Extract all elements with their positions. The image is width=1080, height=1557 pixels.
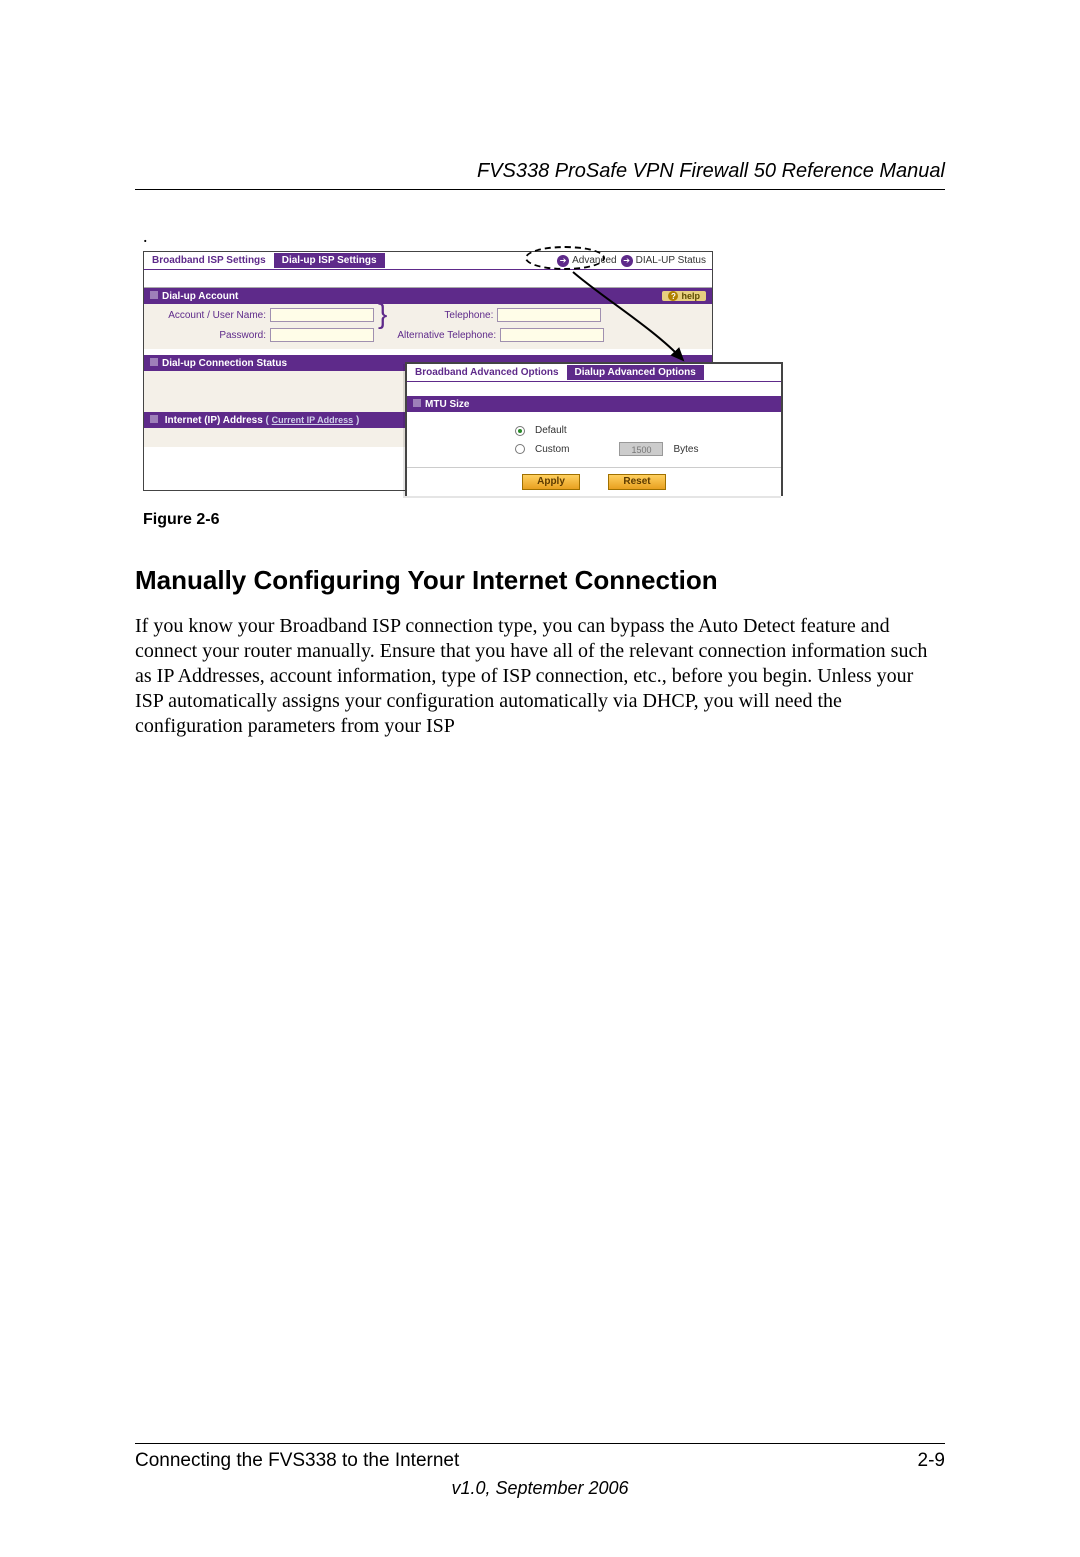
reset-button[interactable]: Reset <box>608 474 666 490</box>
tab-broadband-isp-settings[interactable]: Broadband ISP Settings <box>144 253 274 268</box>
account-username-input[interactable] <box>270 308 374 322</box>
brace-icon: } <box>374 308 391 345</box>
telephone-label: Telephone: <box>397 310 497 321</box>
overlay-tab-row: Broadband Advanced Options Dialup Advanc… <box>407 364 781 382</box>
mtu-custom-input[interactable]: 1500 <box>619 442 663 456</box>
dialup-status-link-label: DIAL-UP Status <box>636 255 706 266</box>
page-footer: Connecting the FVS338 to the Internet 2-… <box>135 1443 945 1499</box>
doc-header-title: FVS338 ProSafe VPN Firewall 50 Reference… <box>135 160 945 183</box>
footer-page-number: 2-9 <box>918 1450 945 1472</box>
footer-version: v1.0, September 2006 <box>135 1478 945 1499</box>
overlay-button-row: Apply Reset <box>407 467 781 496</box>
figure-caption: Figure 2-6 <box>143 511 945 529</box>
alt-telephone-input[interactable] <box>500 328 604 342</box>
callout-oval <box>525 246 605 270</box>
collapse-icon <box>150 415 158 423</box>
collapse-icon <box>150 291 158 299</box>
section-heading: Manually Configuring Your Internet Conne… <box>135 565 945 596</box>
collapse-icon <box>150 358 158 366</box>
password-input[interactable] <box>270 328 374 342</box>
mtu-size-label: MTU Size <box>425 399 469 410</box>
collapse-icon <box>413 399 421 407</box>
mtu-default-radio[interactable] <box>515 426 525 436</box>
header-rule <box>135 189 945 190</box>
tab-broadband-advanced-options[interactable]: Broadband Advanced Options <box>407 365 567 380</box>
dialup-account-header-label: Dial-up Account <box>162 291 238 302</box>
mtu-unit-label: Bytes <box>673 444 698 455</box>
help-button[interactable]: ?help <box>662 291 706 301</box>
help-label: help <box>681 291 700 301</box>
figure-2-6: Broadband ISP Settings Dial-up ISP Setti… <box>143 251 713 499</box>
alt-telephone-label: Alternative Telephone: <box>397 330 500 341</box>
mtu-custom-label: Custom <box>535 444 569 455</box>
footer-rule <box>135 1443 945 1444</box>
dialup-account-body: Account / User Name: Password: } Telepho… <box>144 304 712 349</box>
leading-dot: . <box>143 226 945 247</box>
apply-button[interactable]: Apply <box>522 474 580 490</box>
mtu-body: Default Custom 1500 Bytes <box>407 412 781 467</box>
footer-chapter: Connecting the FVS338 to the Internet <box>135 1450 459 1472</box>
dialup-advanced-options-panel: Broadband Advanced Options Dialup Advanc… <box>405 362 783 496</box>
tab-dialup-isp-settings[interactable]: Dial-up ISP Settings <box>274 253 385 268</box>
account-username-label: Account / User Name: <box>150 310 270 321</box>
internet-ip-label: Internet (IP) Address <box>165 415 263 426</box>
password-label: Password: <box>150 330 270 341</box>
mtu-default-label: Default <box>535 425 567 436</box>
arrow-icon: ➔ <box>621 255 633 267</box>
telephone-input[interactable] <box>497 308 601 322</box>
main-tab-row: Broadband ISP Settings Dial-up ISP Setti… <box>144 252 712 270</box>
dialup-conn-status-label: Dial-up Connection Status <box>162 358 287 369</box>
mtu-custom-radio[interactable] <box>515 444 525 454</box>
dialup-account-header: Dial-up Account ?help <box>144 288 712 304</box>
mtu-size-header: MTU Size <box>407 396 781 412</box>
current-ip-link[interactable]: Current IP Address <box>272 415 354 425</box>
dialup-status-link[interactable]: ➔ DIAL-UP Status <box>621 255 706 267</box>
tab-dialup-advanced-options[interactable]: Dialup Advanced Options <box>567 365 704 380</box>
question-icon: ? <box>668 291 678 301</box>
section-body-text: If you know your Broadband ISP connectio… <box>135 614 945 739</box>
